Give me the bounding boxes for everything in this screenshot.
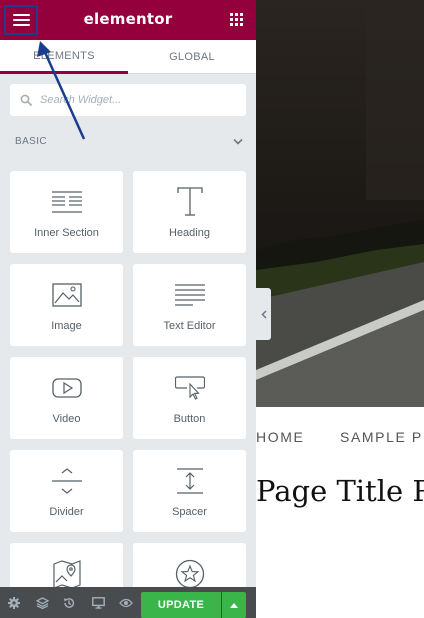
widget-button[interactable]: Button	[133, 357, 246, 439]
history-icon[interactable]	[58, 587, 80, 618]
widget-inner-section[interactable]: Inner Section	[10, 171, 123, 253]
grid-icon[interactable]	[230, 13, 243, 26]
widget-label: Text Editor	[163, 320, 216, 332]
widget-spacer[interactable]: Spacer	[133, 450, 246, 532]
tab-elements[interactable]: ELEMENTS	[0, 40, 128, 74]
save-options-button[interactable]	[222, 592, 246, 618]
chevron-left-icon	[260, 309, 267, 319]
page-preview: HOME SAMPLE P Page Title P	[256, 0, 424, 618]
category-basic[interactable]: BASIC	[15, 134, 243, 148]
search-widget-input[interactable]: Search Widget...	[10, 84, 246, 116]
nav-sample-page[interactable]: SAMPLE P	[340, 429, 423, 445]
text-editor-icon	[174, 284, 205, 306]
tab-global[interactable]: GLOBAL	[128, 40, 256, 74]
elementor-logo: elementor	[83, 10, 173, 28]
panel-tabs: ELEMENTS GLOBAL	[0, 40, 256, 74]
chevron-down-icon	[233, 138, 243, 145]
search-icon	[20, 94, 32, 106]
widget-heading[interactable]: Heading	[133, 171, 246, 253]
panel-header: elementor	[0, 0, 256, 40]
widget-label: Video	[52, 413, 81, 425]
inner-section-icon	[51, 191, 82, 213]
widget-image[interactable]: Image	[10, 264, 123, 346]
widget-label: Button	[173, 413, 206, 425]
widget-label: Spacer	[172, 506, 207, 518]
widget-label: Divider	[49, 506, 84, 518]
divider-icon	[51, 468, 82, 494]
widget-label: Inner Section	[34, 227, 99, 239]
widget-text-editor[interactable]: Text Editor	[133, 264, 246, 346]
button-icon	[174, 376, 205, 400]
hero-image	[256, 0, 424, 407]
image-icon	[51, 283, 82, 307]
settings-icon[interactable]	[3, 587, 25, 618]
nav-home[interactable]: HOME	[256, 429, 304, 445]
update-button[interactable]: UPDATE	[141, 592, 221, 618]
caret-up-icon	[230, 602, 238, 608]
elementor-panel: elementor ELEMENTS GLOBAL Search Widget.…	[0, 0, 256, 618]
page-title: Page Title P	[256, 474, 424, 508]
widget-divider[interactable]: Divider	[10, 450, 123, 532]
widget-video[interactable]: Video	[10, 357, 123, 439]
responsive-mode-icon[interactable]	[87, 587, 109, 618]
widget-label: Image	[51, 320, 82, 332]
preview-icon[interactable]	[115, 587, 137, 618]
collapse-panel-button[interactable]	[256, 288, 271, 340]
search-placeholder: Search Widget...	[40, 94, 122, 106]
widget-label: Heading	[169, 227, 210, 239]
heading-icon	[176, 187, 203, 216]
google-maps-icon	[52, 560, 81, 588]
category-label: BASIC	[15, 135, 48, 147]
navigator-icon[interactable]	[31, 587, 53, 618]
spacer-icon	[176, 468, 203, 494]
star-icon	[175, 559, 204, 589]
video-icon	[51, 378, 82, 398]
